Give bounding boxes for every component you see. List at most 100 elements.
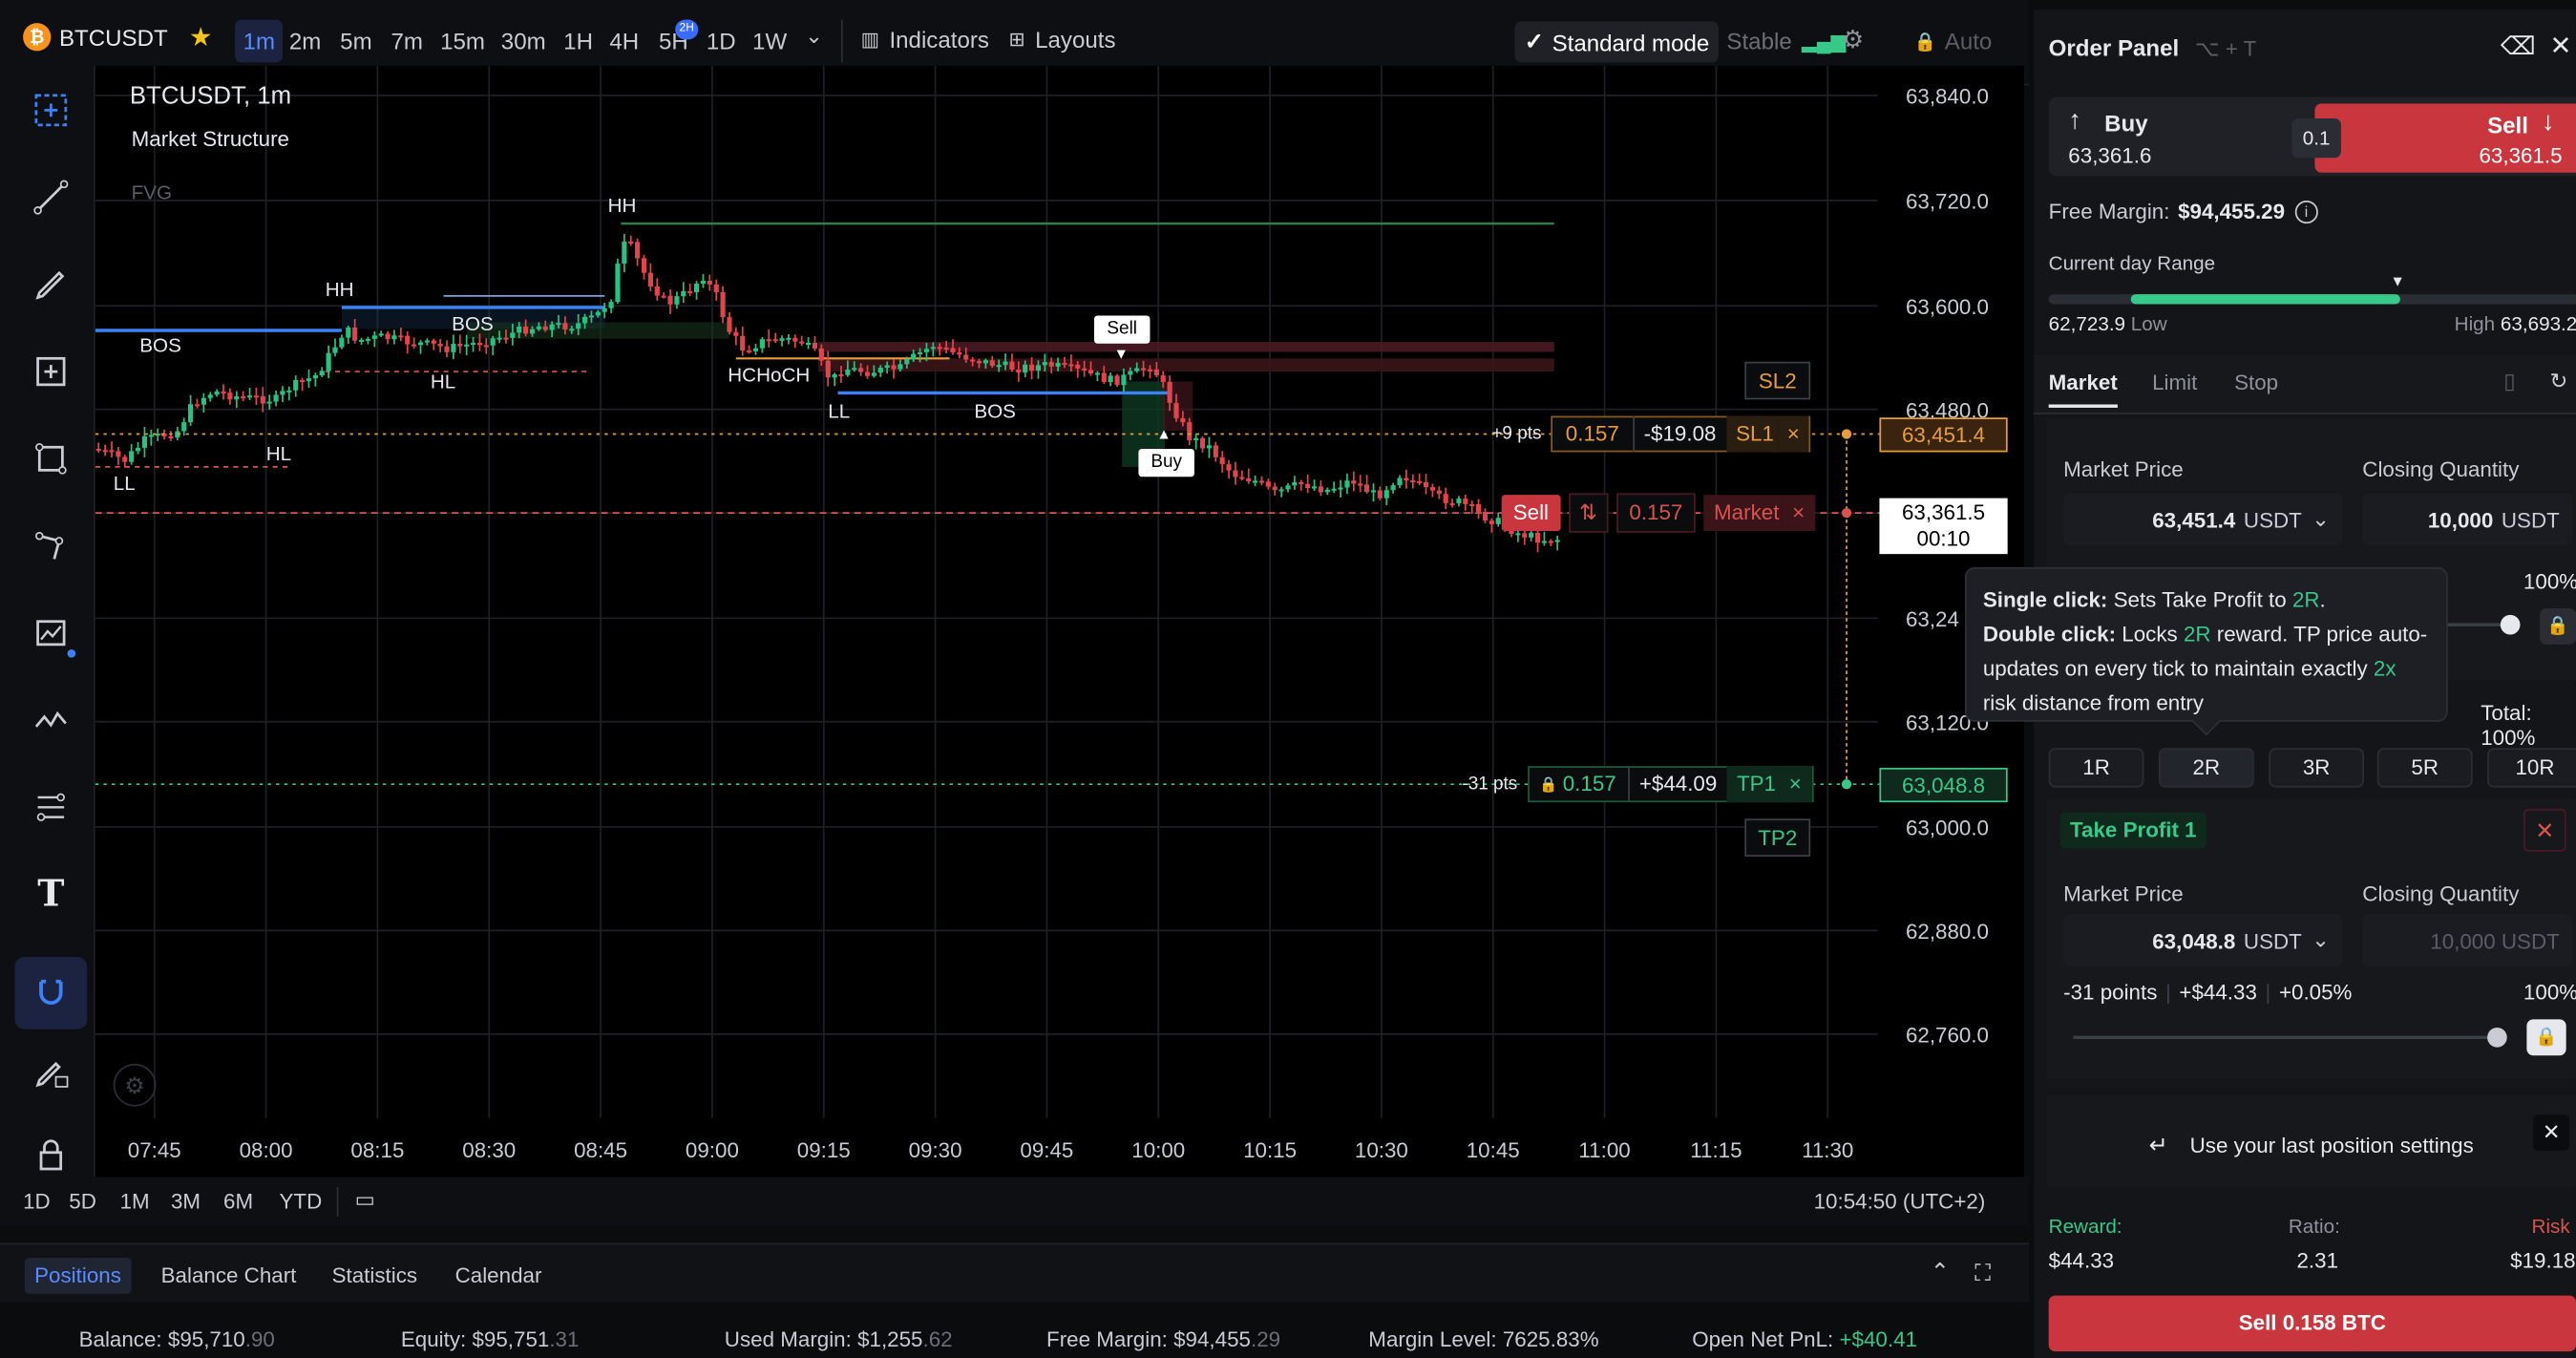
- tf-15m[interactable]: 15m: [433, 20, 494, 63]
- tab-positions[interactable]: Positions: [24, 1257, 132, 1294]
- tp-slider-track[interactable]: [2073, 1035, 2501, 1040]
- range-3m[interactable]: 3M: [171, 1189, 201, 1214]
- sl-slider-thumb[interactable]: [2500, 614, 2521, 635]
- standard-mode-button[interactable]: ✓ Standard mode: [1514, 21, 1720, 63]
- r-button-5r[interactable]: 5R: [2376, 748, 2473, 788]
- sl2-tag[interactable]: SL2: [1744, 361, 1811, 400]
- range-low: 62,723.9 Low: [2049, 312, 2167, 335]
- trendline-tool[interactable]: [23, 169, 79, 225]
- sl1-order-tag[interactable]: 0.157 -$19.08 SL1 ×: [1551, 415, 1811, 453]
- tab-statistics[interactable]: Statistics: [322, 1258, 427, 1294]
- position-side[interactable]: Sell: [1501, 495, 1561, 532]
- r-button-10r[interactable]: 10R: [2487, 748, 2576, 788]
- tp1-close-icon[interactable]: ×: [1779, 766, 1812, 803]
- range-1d[interactable]: 1D: [23, 1189, 51, 1214]
- path-tool[interactable]: [23, 518, 79, 574]
- buy-price: 63,361.6: [2068, 142, 2152, 168]
- tp2-tag[interactable]: TP2: [1744, 818, 1811, 857]
- symbol-selector[interactable]: ₿ BTCUSDT: [23, 23, 168, 52]
- structure-label: HL: [265, 442, 292, 466]
- eraser-icon[interactable]: ⌫: [2501, 32, 2536, 60]
- tp-price-input[interactable]: 63,048.8 USDT ⌄: [2063, 914, 2343, 967]
- open-pnl-label: Open Net PnL:: [1692, 1326, 1834, 1352]
- tab-market[interactable]: Market: [2048, 370, 2118, 408]
- text-tool[interactable]: T: [23, 866, 79, 923]
- price-chart[interactable]: 63,840.063,720.063,600.063,480.063,2463,…: [95, 65, 2024, 1178]
- r-button-2r[interactable]: 2R: [2158, 748, 2254, 788]
- tf-1m[interactable]: 1m: [235, 19, 284, 63]
- range-1m[interactable]: 1M: [120, 1189, 150, 1214]
- tf-1d[interactable]: 1D: [698, 20, 744, 63]
- tf-2m[interactable]: 2m: [281, 20, 329, 63]
- indicators-button[interactable]: ▥ Indicators: [861, 27, 989, 53]
- tf-4h[interactable]: 4H: [602, 20, 647, 63]
- tp-qty-input[interactable]: 10,000 USDT: [2362, 914, 2573, 967]
- stable-indicator[interactable]: Stable ▂▄▆: [1726, 28, 1846, 54]
- clipboard-icon[interactable]: ▯: [2503, 369, 2515, 395]
- favorite-star-icon[interactable]: ★: [189, 21, 213, 53]
- cursor-tool[interactable]: [23, 82, 79, 138]
- sl1-qty[interactable]: 0.157: [1552, 415, 1635, 453]
- refresh-icon[interactable]: ↻: [2549, 369, 2567, 395]
- auto-toggle[interactable]: 🔒 Auto: [1914, 28, 1993, 54]
- position-order-tag[interactable]: Sell ⇅ 0.157 Market ×: [1501, 493, 1815, 533]
- chart-clock[interactable]: 10:54:50 (UTC+2): [1814, 1189, 1986, 1214]
- entry-handle[interactable]: [1841, 507, 1852, 519]
- r-button-1r[interactable]: 1R: [2048, 748, 2144, 788]
- submit-sell-button[interactable]: Sell 0.158 BTC: [2048, 1295, 2576, 1352]
- chevron-down-icon[interactable]: ⌄: [805, 23, 823, 50]
- tab-calendar[interactable]: Calendar: [445, 1258, 551, 1294]
- watermark-logo-icon: ⚙: [113, 1063, 157, 1107]
- r-button-3r[interactable]: 3R: [2269, 748, 2365, 788]
- fib-tool[interactable]: [23, 779, 79, 836]
- lock-tool[interactable]: [23, 1126, 79, 1182]
- reverse-icon[interactable]: ⇅: [1568, 493, 1608, 533]
- position-close-icon[interactable]: ×: [1782, 495, 1815, 532]
- range-5d[interactable]: 5D: [69, 1189, 96, 1214]
- tab-stop[interactable]: Stop: [2234, 370, 2278, 394]
- tp-remove-icon[interactable]: ✕: [2523, 809, 2566, 852]
- sl-lock-icon[interactable]: 🔒: [2540, 607, 2576, 645]
- last-settings-row[interactable]: ↵ Use your last position settings ✕: [2046, 1094, 2576, 1187]
- close-panel-icon[interactable]: ✕: [2549, 30, 2571, 62]
- tp-slider-thumb[interactable]: [2487, 1027, 2507, 1048]
- calendar-icon[interactable]: ▭: [355, 1187, 375, 1214]
- tp-handle[interactable]: [1841, 779, 1852, 790]
- wave-tool[interactable]: [23, 692, 79, 749]
- sl-handle[interactable]: [1841, 429, 1852, 439]
- chevron-up-icon[interactable]: ⌃: [1931, 1258, 1950, 1285]
- buy-marker[interactable]: Buy: [1138, 448, 1194, 477]
- tf-1w[interactable]: 1W: [744, 20, 794, 63]
- sl-price-input[interactable]: 63,451.4 USDT ⌄: [2063, 493, 2343, 546]
- magnet-tool[interactable]: [14, 956, 88, 1029]
- measure-tool[interactable]: [23, 344, 79, 400]
- range-ytd[interactable]: YTD: [280, 1189, 323, 1214]
- tp1-order-tag[interactable]: 🔒 0.157 +$44.09 TP1 ×: [1528, 766, 1813, 803]
- lock-drawings-tool[interactable]: [23, 1044, 79, 1100]
- indicator-name[interactable]: Market Structure: [132, 127, 289, 152]
- tp1-qty[interactable]: 0.157: [1558, 766, 1630, 803]
- dismiss-icon[interactable]: ✕: [2533, 1114, 2570, 1152]
- shape-tool[interactable]: [23, 431, 79, 487]
- sl-qty-input[interactable]: 10,000 USDT: [2362, 493, 2573, 546]
- expand-icon[interactable]: ⛶: [1974, 1260, 1991, 1287]
- tf-7m[interactable]: 7m: [383, 20, 432, 63]
- layouts-button[interactable]: ⊞ Layouts: [1008, 27, 1115, 53]
- sl1-close-icon[interactable]: ×: [1777, 415, 1810, 453]
- tf-1h[interactable]: 1H: [556, 20, 602, 63]
- info-icon[interactable]: i: [2294, 200, 2318, 223]
- brush-tool[interactable]: [23, 257, 79, 313]
- tab-balance-chart[interactable]: Balance Chart: [151, 1258, 306, 1294]
- tp-lock-icon[interactable]: 🔒: [2526, 1019, 2566, 1056]
- position-qty[interactable]: 0.157: [1615, 493, 1697, 533]
- pattern-tool[interactable]: [23, 605, 79, 662]
- tf-30m[interactable]: 30m: [493, 20, 554, 63]
- fvg-label[interactable]: FVG: [132, 180, 172, 203]
- tab-limit[interactable]: Limit: [2152, 370, 2197, 394]
- settings-gear-icon[interactable]: ⚙: [1842, 25, 1864, 54]
- sell-button[interactable]: Sell ↓ 63,361.5: [2314, 103, 2576, 173]
- sell-marker[interactable]: Sell: [1093, 315, 1151, 344]
- range-6m[interactable]: 6M: [223, 1189, 253, 1214]
- tf-5m[interactable]: 5m: [332, 20, 381, 63]
- chart-area[interactable]: 63,840.0 63,720.0 63,600.0 63,480.0 63,24 63,…: [95, 65, 2024, 1178]
